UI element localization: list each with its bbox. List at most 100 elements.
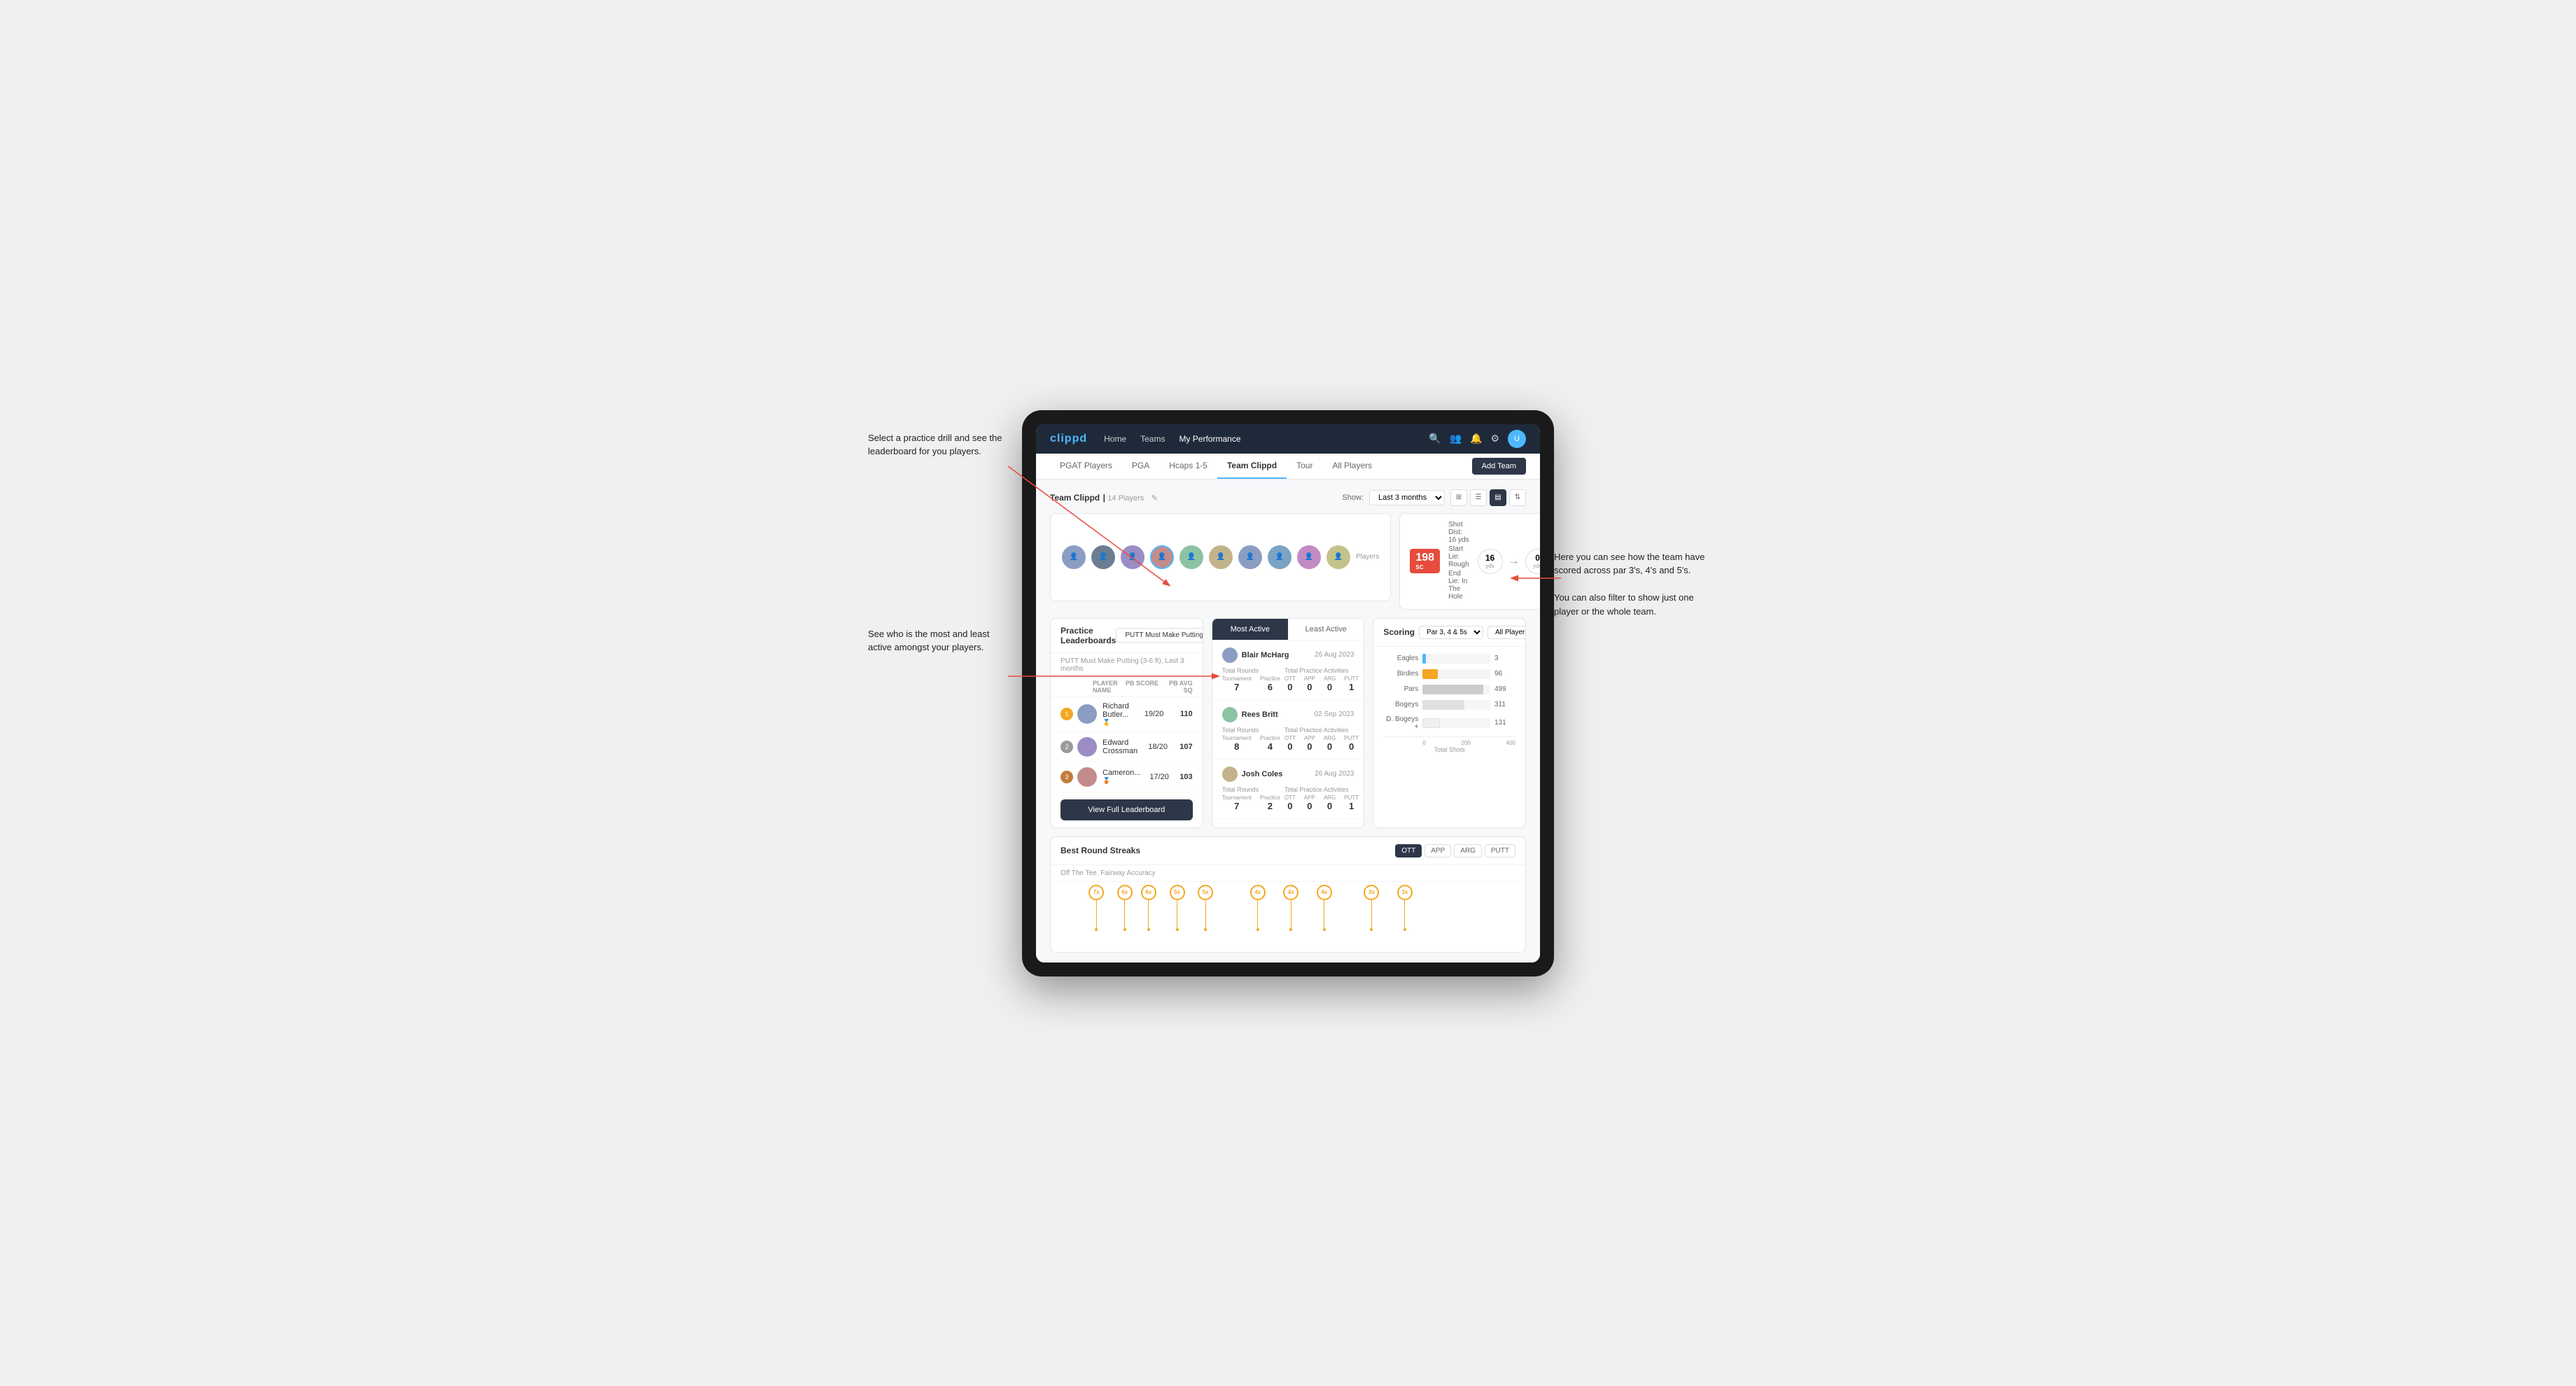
pa-activities-group-3: Total Practice Activities OTT 0 APP (1284, 786, 1359, 811)
nav-links: Home Teams My Performance (1104, 431, 1412, 447)
show-label: Show: (1342, 493, 1364, 502)
chart-value-eagles: 3 (1494, 654, 1516, 662)
sub-nav-pgat[interactable]: PGAT Players (1050, 454, 1122, 479)
player-avatar-7[interactable]: 👤 (1238, 545, 1262, 569)
rank-badge-3: 3 (1060, 771, 1073, 783)
scoring-par-select[interactable]: Par 3, 4 & 5s (1419, 626, 1483, 639)
streak-dot-6 (1289, 928, 1292, 931)
players-shot-row: 👤 👤 👤 👤 👤 👤 👤 👤 👤 👤 Players (1050, 513, 1526, 610)
shot-circle-2: 0 yds (1525, 549, 1540, 574)
lb-avatar-1 (1077, 704, 1097, 724)
most-active-btn[interactable]: Most Active (1212, 619, 1288, 640)
player-avatar-3[interactable]: 👤 (1121, 545, 1144, 569)
pa-activities-row-2: OTT 0 APP 0 ARG (1284, 735, 1359, 752)
chart-row-eagles: Eagles 3 (1383, 654, 1516, 664)
pa-activities-group-1: Total Practice Activities OTT 0 APP (1284, 667, 1359, 692)
player-avatar-10[interactable]: 👤 (1326, 545, 1350, 569)
scoring-title: Scoring (1383, 627, 1415, 637)
streak-badge-4: 5x (1198, 885, 1213, 900)
content-grid: Practice Leaderboards PUTT Must Make Put… (1050, 618, 1526, 828)
pa-avatar-3 (1222, 766, 1238, 782)
sub-nav-tour[interactable]: Tour (1287, 454, 1322, 479)
view-full-leaderboard-button[interactable]: View Full Leaderboard (1060, 799, 1193, 820)
streak-point-9: 3x (1397, 885, 1413, 931)
pa-ott-2: OTT 0 (1284, 735, 1296, 752)
chart-bar-pars (1422, 685, 1483, 694)
people-icon[interactable]: 👥 (1450, 433, 1462, 444)
lb-score-3: 17/20 (1140, 773, 1168, 781)
shot-circles: 16 yds → 0 yds (1478, 549, 1540, 574)
nav-home[interactable]: Home (1104, 431, 1126, 447)
streak-point-2: 6x (1141, 885, 1156, 931)
player-avatar-1[interactable]: 👤 (1062, 545, 1086, 569)
player-avatar-8[interactable]: 👤 (1268, 545, 1292, 569)
pa-activities-row-1: OTT 0 APP 0 ARG (1284, 676, 1359, 692)
activity-player-1: Blair McHarg 26 Aug 2023 Total Rounds To (1212, 640, 1364, 700)
streak-line-9 (1404, 900, 1405, 928)
search-icon[interactable]: 🔍 (1429, 433, 1441, 444)
tab-arg[interactable]: ARG (1454, 844, 1482, 858)
chart-axis: 0 200 400 (1383, 736, 1516, 746)
streaks-title: Best Round Streaks (1060, 846, 1140, 855)
leaderboard-title: Practice Leaderboards (1060, 626, 1116, 645)
bell-icon[interactable]: 🔔 (1470, 433, 1482, 444)
chart-footer: Total Shots (1383, 746, 1516, 757)
shot-circle-1: 16 yds (1478, 549, 1503, 574)
leaderboard-drill-select[interactable]: PUTT Must Make Putting... (1116, 628, 1203, 643)
lb-avg-2: 107 (1168, 743, 1193, 751)
chart-bar-eagles (1422, 654, 1426, 664)
player-avatar-5[interactable]: 👤 (1180, 545, 1203, 569)
shot-details: Shot Dist: 16 yds Start Lie: Rough End L… (1448, 521, 1469, 602)
add-team-button[interactable]: Add Team (1472, 458, 1526, 475)
show-select[interactable]: Last 3 months (1369, 490, 1445, 505)
pa-practice-3: Practice 2 (1260, 794, 1280, 811)
pa-rounds-label-1: Total Rounds (1222, 667, 1280, 674)
pa-name-3: Josh Coles (1242, 770, 1283, 778)
sort-btn[interactable]: ⇅ (1509, 489, 1526, 506)
streak-line-8 (1371, 900, 1372, 928)
streaks-subtitle: Off The Tee, Fairway Accuracy (1051, 865, 1525, 882)
least-active-btn[interactable]: Least Active (1288, 619, 1364, 640)
lb-score-1: 19/20 (1129, 710, 1164, 718)
player-avatar-4[interactable]: 👤 (1150, 545, 1174, 569)
player-avatar-9[interactable]: 👤 (1297, 545, 1321, 569)
player-avatar-6[interactable]: 👤 (1209, 545, 1233, 569)
nav-my-performance[interactable]: My Performance (1179, 431, 1240, 447)
sub-nav-team-clippd[interactable]: Team Clippd (1217, 454, 1287, 479)
player-avatar-2[interactable]: 👤 (1091, 545, 1115, 569)
scoring-card: Scoring Par 3, 4 & 5s All Players Eagles (1373, 618, 1526, 828)
scoring-player-select[interactable]: All Players (1488, 626, 1526, 639)
settings-icon[interactable]: ⚙ (1490, 433, 1499, 444)
sub-nav-hcaps[interactable]: Hcaps 1-5 (1159, 454, 1217, 479)
grid-view-btn[interactable]: ⊞ (1450, 489, 1467, 506)
tablet-frame: clippd Home Teams My Performance 🔍 👥 🔔 ⚙… (1022, 410, 1554, 976)
streak-dot-1 (1124, 928, 1126, 931)
lb-player-name-2: Edward Crossman (1102, 738, 1138, 755)
list-view-btn[interactable]: ☰ (1470, 489, 1487, 506)
tab-app[interactable]: APP (1424, 844, 1451, 858)
user-avatar[interactable]: U (1508, 430, 1526, 448)
pa-activities-label-2: Total Practice Activities (1284, 727, 1359, 734)
chart-bar-birdies (1422, 669, 1437, 679)
streak-line-0 (1096, 900, 1097, 928)
card-view-btn[interactable]: ▤ (1490, 489, 1506, 506)
nav-teams[interactable]: Teams (1140, 431, 1165, 447)
chart-bar-bogeys (1422, 700, 1464, 710)
player-avatar-wrapper-1[interactable]: 👤 (1062, 545, 1086, 569)
rank-badge-1: 1 (1060, 708, 1073, 720)
sub-nav-all-players[interactable]: All Players (1322, 454, 1382, 479)
streak-point-7: 4x (1317, 885, 1332, 931)
nav-icons: 🔍 👥 🔔 ⚙ U (1429, 430, 1526, 448)
chart-bar-container-pars (1422, 685, 1490, 694)
streaks-chart: 7x 6x 6x 5x 5x 4x 4x 4x (1051, 882, 1525, 952)
streak-badge-8: 3x (1364, 885, 1379, 900)
axis-200: 200 (1462, 740, 1471, 746)
sub-nav: PGAT Players PGA Hcaps 1-5 Team Clippd T… (1036, 454, 1540, 479)
pa-rounds-label-3: Total Rounds (1222, 786, 1280, 793)
edit-icon[interactable]: ✎ (1152, 494, 1158, 503)
chart-bar-container-birdies (1422, 669, 1490, 679)
pa-rounds-group-2: Total Rounds Tournament 8 Practice (1222, 727, 1280, 752)
tab-ott[interactable]: OTT (1395, 844, 1422, 858)
sub-nav-pga[interactable]: PGA (1122, 454, 1159, 479)
tab-putt[interactable]: PUTT (1485, 844, 1516, 858)
